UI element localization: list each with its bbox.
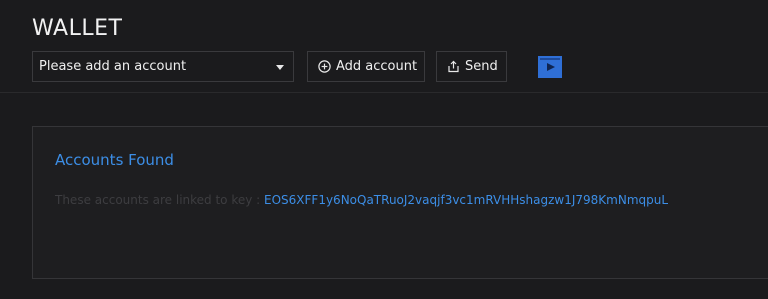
play-icon[interactable] [538, 56, 562, 78]
page-title: WALLET [32, 16, 123, 41]
public-key-value: EOS6XFF1y6NoQaTRuoJ2vaqjf3vc1mRVHHshagzw… [264, 193, 669, 207]
send-label: Send [465, 59, 498, 74]
wallet-header: WALLET Please add an account Add account [0, 0, 768, 93]
share-icon [447, 60, 460, 73]
send-button[interactable]: Send [436, 51, 507, 82]
accounts-card-title: Accounts Found [55, 151, 174, 169]
add-account-label: Add account [336, 59, 418, 74]
account-select-value: Please add an account [39, 59, 187, 74]
linked-key-line: These accounts are linked to key : EOS6X… [55, 193, 668, 207]
add-account-button[interactable]: Add account [307, 51, 425, 82]
linked-key-label: These accounts are linked to key : [55, 193, 265, 207]
account-select[interactable]: Please add an account [32, 51, 294, 82]
plus-circle-icon [318, 60, 331, 73]
wallet-page: WALLET Please add an account Add account [0, 0, 768, 299]
chevron-down-icon [276, 65, 284, 70]
